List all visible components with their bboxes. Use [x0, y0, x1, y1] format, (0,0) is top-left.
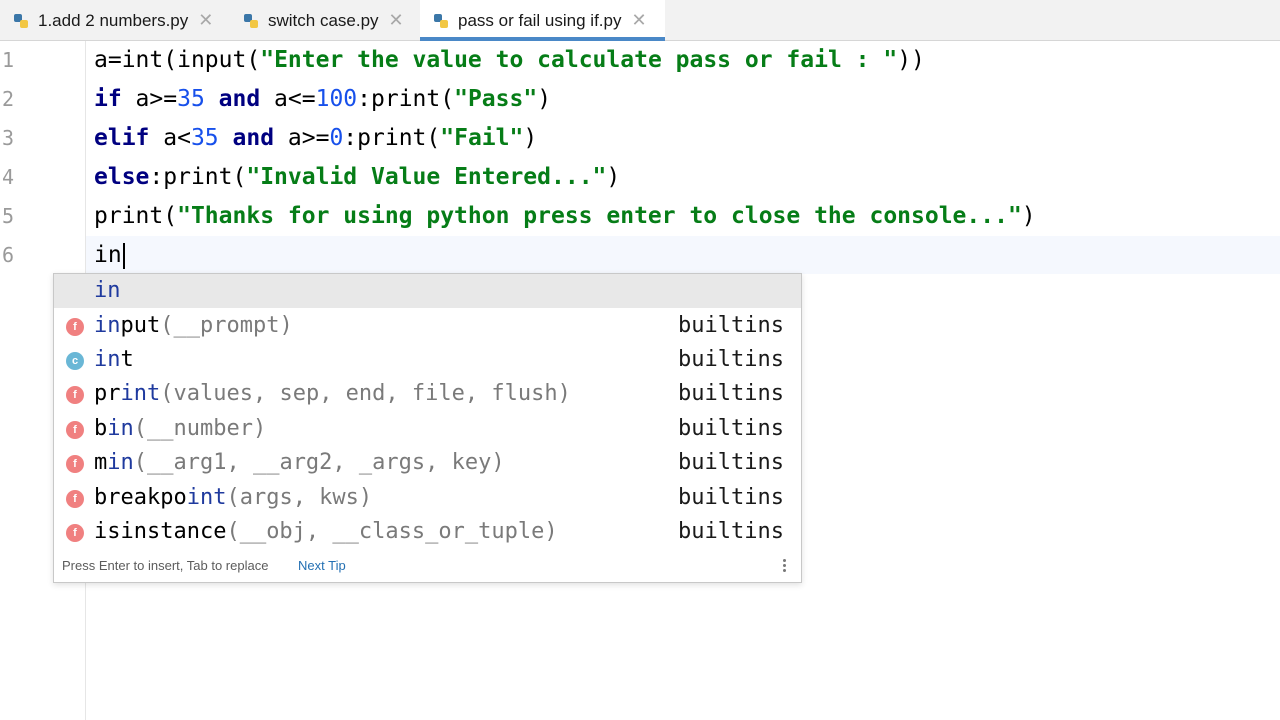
- tab-add-2-numbers[interactable]: 1.add 2 numbers.py ✕: [12, 0, 232, 41]
- completion-source: builtins: [678, 313, 784, 338]
- completion-hint: Press Enter to insert, Tab to replace: [62, 558, 269, 573]
- tab-label: switch case.py: [268, 10, 379, 30]
- line-number: 6: [2, 243, 15, 267]
- completion-item-input[interactable]: f input(__prompt) builtins: [54, 309, 801, 343]
- completion-footer: Press Enter to insert, Tab to replace Ne…: [54, 550, 801, 582]
- function-icon: f: [66, 524, 84, 542]
- close-icon[interactable]: ✕: [389, 10, 404, 31]
- line-number: 5: [2, 204, 15, 228]
- code-line-6[interactable]: in: [94, 236, 125, 274]
- function-icon: f: [66, 421, 84, 439]
- more-options-icon[interactable]: [783, 559, 787, 574]
- completion-item-int[interactable]: c int builtins: [54, 343, 801, 377]
- completion-source: builtins: [678, 416, 784, 441]
- line-number: 2: [2, 87, 15, 111]
- completion-item-in[interactable]: in: [54, 274, 801, 308]
- completion-item-bin[interactable]: f bin(__number) builtins: [54, 412, 801, 446]
- completion-item-breakpoint[interactable]: f breakpoint(args, kws) builtins: [54, 481, 801, 515]
- completion-item-min[interactable]: f min(__arg1, __arg2, _args, key) builti…: [54, 446, 801, 480]
- completion-name: print(values, sep, end, file, flush): [94, 381, 571, 406]
- completion-source: builtins: [678, 450, 784, 475]
- editor-tab-bar: 1.add 2 numbers.py ✕ switch case.py ✕ pa…: [0, 0, 1280, 41]
- code-line-2[interactable]: if a>=35 and a<=100:print("Pass"): [94, 80, 551, 118]
- next-tip-link[interactable]: Next Tip: [298, 550, 346, 582]
- completion-source: builtins: [678, 381, 784, 406]
- line-number: 4: [2, 165, 15, 189]
- close-icon[interactable]: ✕: [198, 10, 213, 31]
- code-line-4[interactable]: else:print("Invalid Value Entered..."): [94, 158, 620, 196]
- line-number: 3: [2, 126, 15, 150]
- close-icon[interactable]: ✕: [631, 10, 646, 31]
- completion-item-isinstance[interactable]: f isinstance(__obj, __class_or_tuple) bu…: [54, 515, 801, 549]
- code-line-3[interactable]: elif a<35 and a>=0:print("Fail"): [94, 119, 537, 157]
- completion-name: input(__prompt): [94, 313, 293, 338]
- python-file-icon: [434, 13, 448, 28]
- completion-item-print[interactable]: f print(values, sep, end, file, flush) b…: [54, 377, 801, 411]
- completion-source: builtins: [678, 347, 784, 372]
- completion-name: isinstance(__obj, __class_or_tuple): [94, 519, 558, 544]
- function-icon: f: [66, 318, 84, 336]
- python-file-icon: [14, 13, 28, 28]
- tab-pass-or-fail[interactable]: pass or fail using if.py ✕: [420, 0, 665, 41]
- tab-label: pass or fail using if.py: [458, 10, 622, 30]
- code-completion-popup: in f input(__prompt) builtins c int buil…: [53, 273, 802, 583]
- function-icon: f: [66, 490, 84, 508]
- class-icon: c: [66, 352, 84, 370]
- current-line-highlight: [0, 236, 1280, 274]
- line-number: 1: [2, 48, 15, 72]
- python-file-icon: [244, 13, 258, 28]
- completion-source: builtins: [678, 485, 784, 510]
- function-icon: f: [66, 386, 84, 404]
- tab-label: 1.add 2 numbers.py: [38, 10, 189, 30]
- completion-name: bin(__number): [94, 416, 267, 441]
- completion-name: min(__arg1, __arg2, _args, key): [94, 450, 505, 475]
- code-line-1[interactable]: a=int(input("Enter the value to calculat…: [94, 41, 925, 79]
- completion-source: builtins: [678, 519, 784, 544]
- completion-name: int: [94, 347, 134, 372]
- text-cursor: [122, 242, 125, 269]
- tab-switch-case[interactable]: switch case.py ✕: [242, 0, 417, 41]
- code-line-5[interactable]: print("Thanks for using python press ent…: [94, 197, 1036, 235]
- function-icon: f: [66, 455, 84, 473]
- completion-name: breakpoint(args, kws): [94, 485, 373, 510]
- completion-name: in: [94, 278, 121, 303]
